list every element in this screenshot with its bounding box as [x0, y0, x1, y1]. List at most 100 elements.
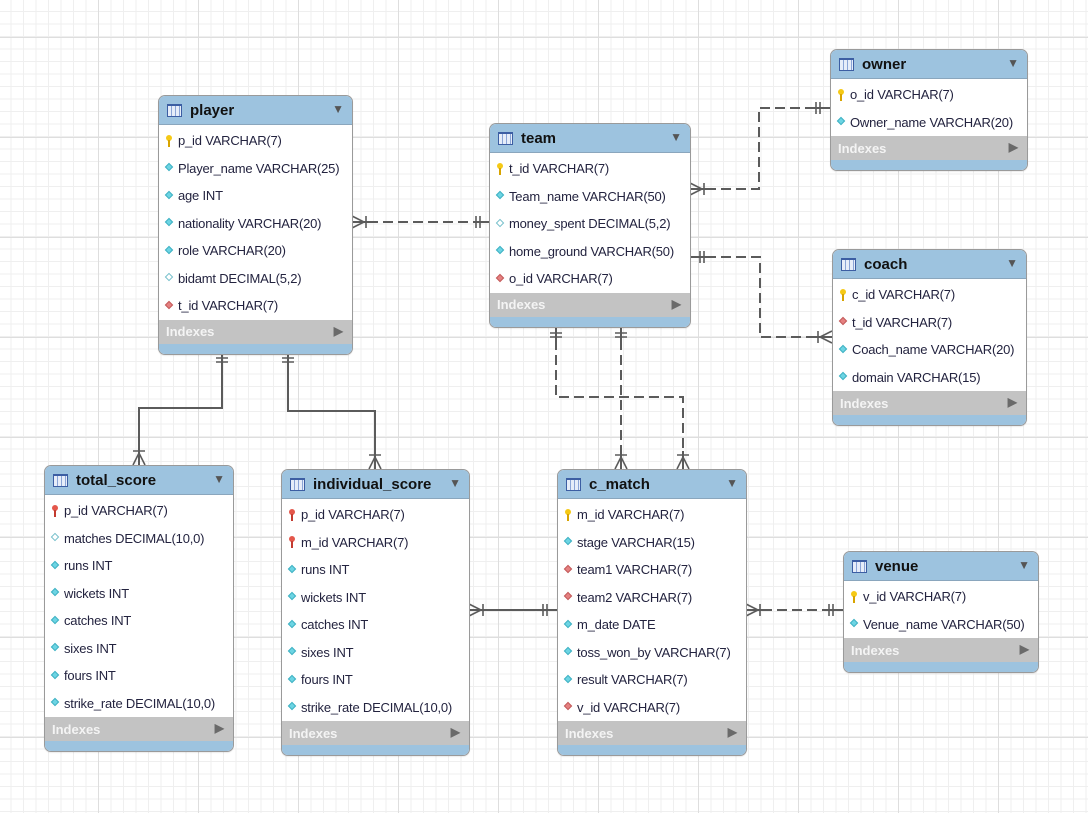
column-row[interactable]: wickets INT [282, 584, 469, 612]
column-row[interactable]: v_id VARCHAR(7) [558, 694, 746, 722]
relationship-team-owner[interactable] [689, 102, 830, 196]
relationship-player-team[interactable] [351, 215, 490, 229]
column-row[interactable]: fours INT [45, 662, 233, 690]
relationship-player-individual-score[interactable] [282, 352, 382, 470]
column-row[interactable]: t_id VARCHAR(7) [833, 309, 1026, 337]
table-header[interactable]: individual_score ▼ [282, 470, 469, 499]
column-row[interactable]: p_id VARCHAR(7) [159, 127, 352, 155]
relationship-player-total-score[interactable] [132, 352, 228, 466]
column-row[interactable]: v_id VARCHAR(7) [844, 583, 1038, 611]
column-row[interactable]: c_id VARCHAR(7) [833, 281, 1026, 309]
column-row[interactable]: p_id VARCHAR(7) [282, 501, 469, 529]
relationship-c-match-venue[interactable] [745, 603, 843, 617]
column-row[interactable]: toss_won_by VARCHAR(7) [558, 639, 746, 667]
indexes-section[interactable]: Indexes ▶ [844, 638, 1038, 662]
column-row[interactable]: wickets INT [45, 580, 233, 608]
column-row[interactable]: strike_rate DECIMAL(10,0) [45, 690, 233, 718]
column-row[interactable]: money_spent DECIMAL(5,2) [490, 210, 690, 238]
indexes-section[interactable]: Indexes ▶ [490, 292, 690, 317]
column-row[interactable]: result VARCHAR(7) [558, 666, 746, 694]
table-owner[interactable]: owner ▼ o_id VARCHAR(7) Owner_name VARCH… [830, 49, 1028, 171]
expand-triangle-icon[interactable]: ▶ [1020, 642, 1029, 656]
collapse-chevron-icon[interactable]: ▼ [1006, 256, 1018, 270]
table-header[interactable]: owner ▼ [831, 50, 1027, 79]
relationship-team-c-match-team1[interactable] [550, 326, 690, 470]
collapse-chevron-icon[interactable]: ▼ [1018, 558, 1030, 572]
column-row[interactable]: team1 VARCHAR(7) [558, 556, 746, 584]
table-team[interactable]: team ▼ t_id VARCHAR(7) Team_name VARCHAR… [489, 123, 691, 328]
indexes-section[interactable]: Indexes ▶ [159, 319, 352, 344]
collapse-chevron-icon[interactable]: ▼ [332, 102, 344, 116]
indexes-section[interactable]: Indexes ▶ [558, 721, 746, 745]
indexes-section[interactable]: Indexes ▶ [831, 136, 1027, 160]
expand-triangle-icon[interactable]: ▶ [1009, 140, 1018, 154]
column-row[interactable]: age INT [159, 182, 352, 210]
indexes-section[interactable]: Indexes ▶ [45, 717, 233, 741]
table-venue[interactable]: venue ▼ v_id VARCHAR(7) Venue_name VARCH… [843, 551, 1039, 673]
table-player[interactable]: player ▼ p_id VARCHAR(7) Player_name VAR… [158, 95, 353, 355]
columns-list: c_id VARCHAR(7) t_id VARCHAR(7) Coach_na… [833, 279, 1026, 391]
expand-triangle-icon[interactable]: ▶ [728, 725, 737, 739]
column-row[interactable]: fours INT [282, 666, 469, 694]
not-null-diamond-icon [287, 619, 298, 631]
column-row[interactable]: sixes INT [45, 635, 233, 663]
column-row[interactable]: team2 VARCHAR(7) [558, 584, 746, 612]
expand-triangle-icon[interactable]: ▶ [215, 721, 224, 735]
column-row[interactable]: domain VARCHAR(15) [833, 364, 1026, 392]
column-label: matches DECIMAL(10,0) [64, 530, 205, 546]
column-row[interactable]: t_id VARCHAR(7) [159, 292, 352, 320]
collapse-chevron-icon[interactable]: ▼ [726, 476, 738, 490]
column-row[interactable]: catches INT [282, 611, 469, 639]
collapse-chevron-icon[interactable]: ▼ [449, 476, 461, 490]
table-header[interactable]: coach ▼ [833, 250, 1026, 279]
column-row[interactable]: o_id VARCHAR(7) [831, 81, 1027, 109]
expand-triangle-icon[interactable]: ▶ [1008, 395, 1017, 409]
table-header[interactable]: c_match ▼ [558, 470, 746, 499]
column-row[interactable]: Coach_name VARCHAR(20) [833, 336, 1026, 364]
collapse-chevron-icon[interactable]: ▼ [213, 472, 225, 486]
column-row[interactable]: matches DECIMAL(10,0) [45, 525, 233, 553]
column-row[interactable]: catches INT [45, 607, 233, 635]
table-coach[interactable]: coach ▼ c_id VARCHAR(7) t_id VARCHAR(7) … [832, 249, 1027, 426]
column-row[interactable]: role VARCHAR(20) [159, 237, 352, 265]
table-header[interactable]: total_score ▼ [45, 466, 233, 495]
indexes-section[interactable]: Indexes ▶ [833, 391, 1026, 415]
column-row[interactable]: m_id VARCHAR(7) [558, 501, 746, 529]
collapse-chevron-icon[interactable]: ▼ [670, 130, 682, 144]
table-individual-score[interactable]: individual_score ▼ p_id VARCHAR(7) m_id … [281, 469, 470, 756]
table-header[interactable]: venue ▼ [844, 552, 1038, 581]
relationship-team-coach[interactable] [690, 251, 833, 344]
indexes-label: Indexes [166, 324, 215, 339]
collapse-chevron-icon[interactable]: ▼ [1007, 56, 1019, 70]
column-label: fours INT [301, 672, 353, 688]
column-row[interactable]: Team_name VARCHAR(50) [490, 183, 690, 211]
column-row[interactable]: m_date DATE [558, 611, 746, 639]
column-label: catches INT [301, 617, 369, 633]
column-row[interactable]: Owner_name VARCHAR(20) [831, 109, 1027, 137]
column-row[interactable]: m_id VARCHAR(7) [282, 529, 469, 557]
relationship-individual-score-c-match[interactable] [468, 603, 557, 617]
expand-triangle-icon[interactable]: ▶ [334, 324, 343, 338]
table-header[interactable]: team ▼ [490, 124, 690, 153]
column-row[interactable]: Player_name VARCHAR(25) [159, 155, 352, 183]
column-row[interactable]: strike_rate DECIMAL(10,0) [282, 694, 469, 722]
column-row[interactable]: bidamt DECIMAL(5,2) [159, 265, 352, 293]
table-total-score[interactable]: total_score ▼ p_id VARCHAR(7) matches DE… [44, 465, 234, 752]
indexes-label: Indexes [851, 642, 900, 658]
column-label: p_id VARCHAR(7) [64, 503, 168, 519]
column-row[interactable]: home_ground VARCHAR(50) [490, 238, 690, 266]
column-row[interactable]: o_id VARCHAR(7) [490, 265, 690, 293]
expand-triangle-icon[interactable]: ▶ [672, 297, 681, 311]
table-header[interactable]: player ▼ [159, 96, 352, 125]
column-row[interactable]: sixes INT [282, 639, 469, 667]
column-row[interactable]: t_id VARCHAR(7) [490, 155, 690, 183]
column-row[interactable]: runs INT [282, 556, 469, 584]
column-row[interactable]: runs INT [45, 552, 233, 580]
column-row[interactable]: p_id VARCHAR(7) [45, 497, 233, 525]
indexes-section[interactable]: Indexes ▶ [282, 721, 469, 745]
expand-triangle-icon[interactable]: ▶ [451, 725, 460, 739]
table-c-match[interactable]: c_match ▼ m_id VARCHAR(7) stage VARCHAR(… [557, 469, 747, 756]
column-row[interactable]: stage VARCHAR(15) [558, 529, 746, 557]
column-row[interactable]: nationality VARCHAR(20) [159, 210, 352, 238]
column-row[interactable]: Venue_name VARCHAR(50) [844, 611, 1038, 639]
